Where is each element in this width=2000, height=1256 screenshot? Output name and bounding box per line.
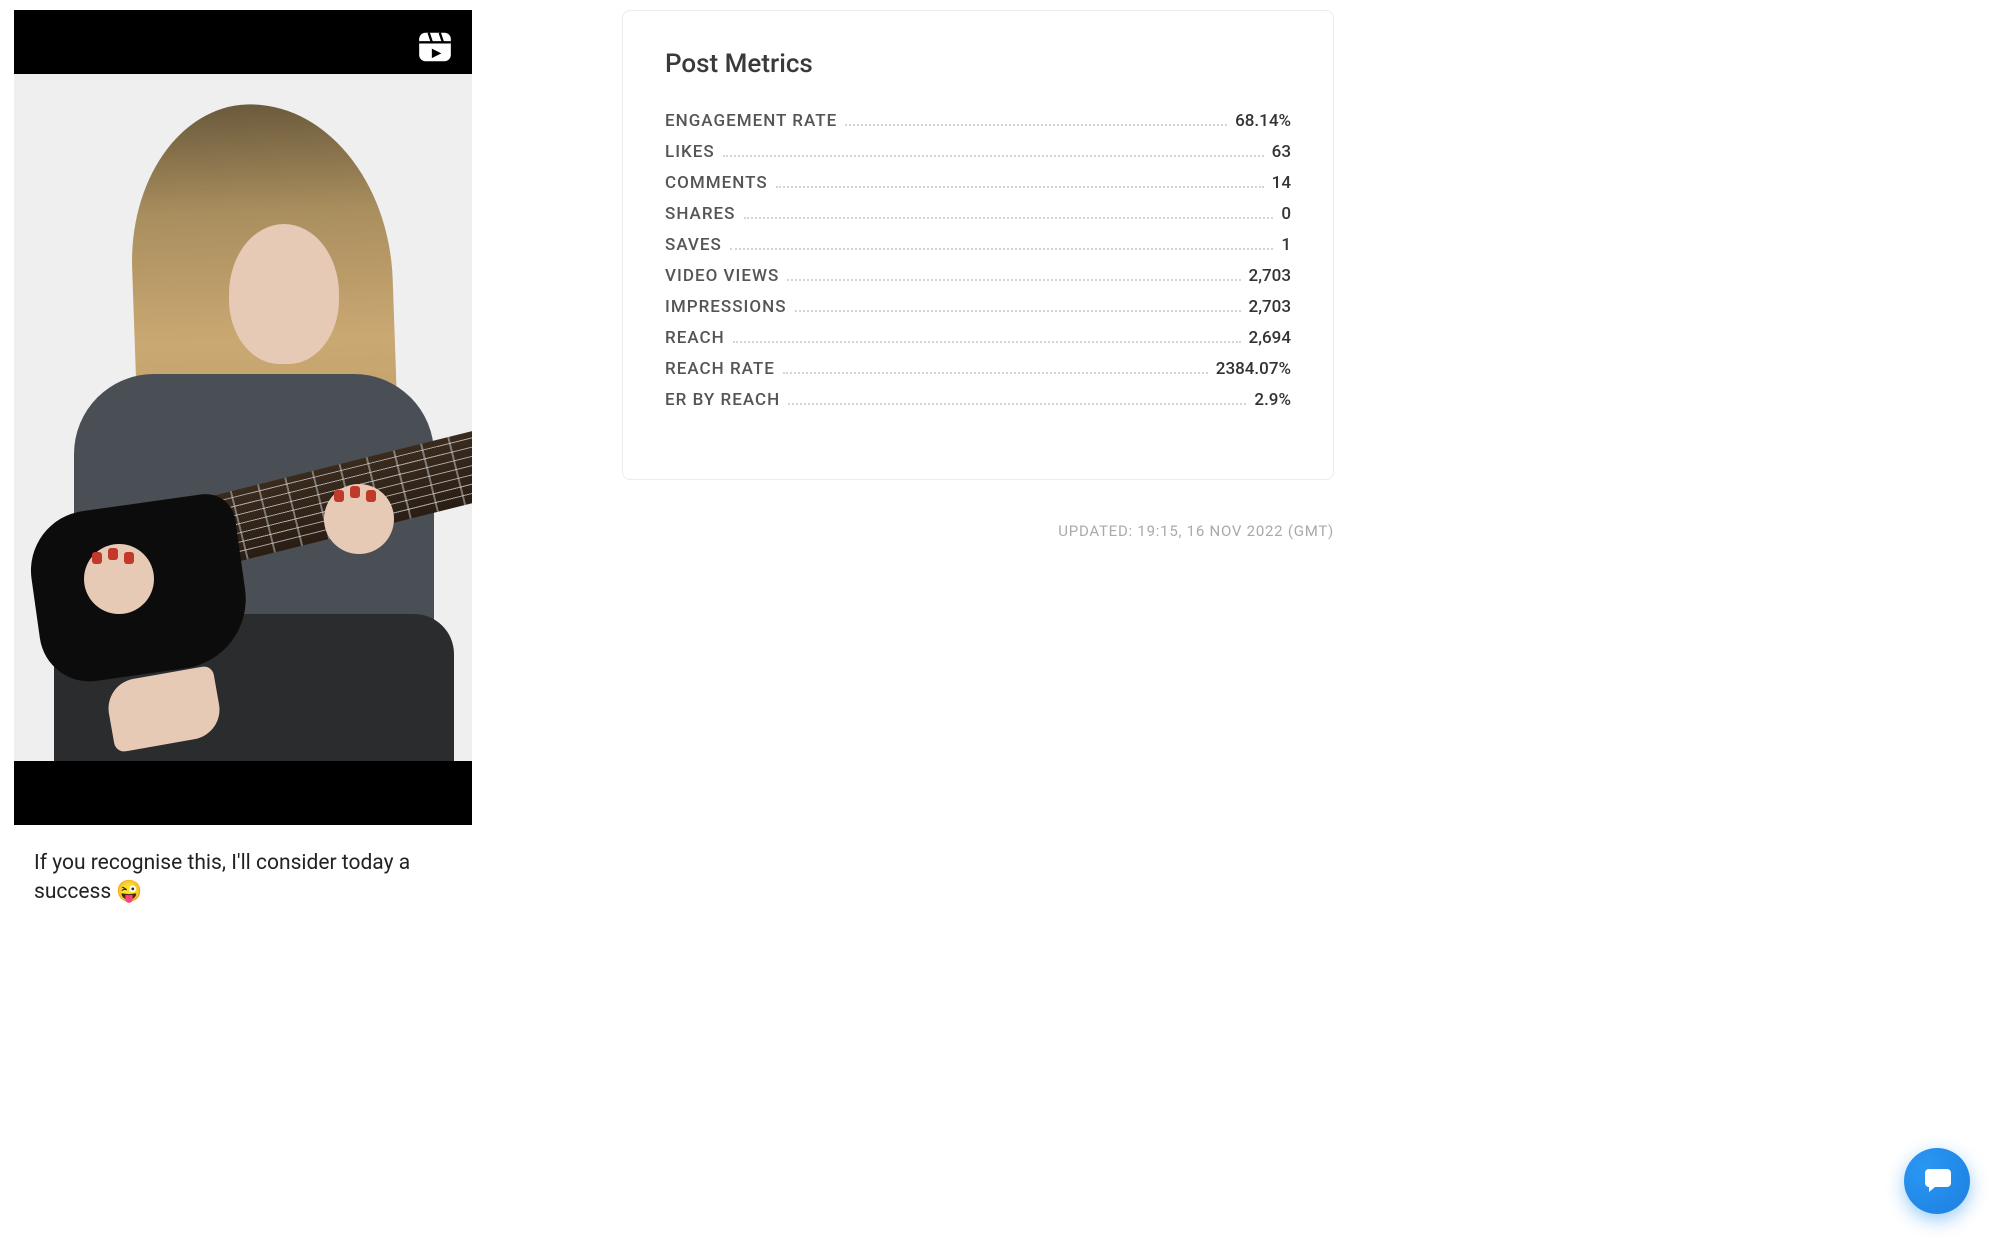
metric-row-impressions: IMPRESSIONS 2,703 — [665, 299, 1291, 316]
video-frame[interactable] — [14, 10, 472, 825]
metrics-column: Post Metrics ENGAGEMENT RATE 68.14% LIKE… — [472, 0, 2000, 1256]
metric-dots — [845, 124, 1227, 126]
updated-timestamp: Updated: 19:15, 16 Nov 2022 (GMT) — [622, 522, 1334, 540]
metric-value: 68.14% — [1235, 113, 1291, 130]
video-bottombar — [14, 761, 472, 825]
metric-row-reach-rate: REACH RATE 2384.07% — [665, 361, 1291, 378]
metric-value: 14 — [1272, 175, 1291, 192]
metric-row-reach: REACH 2,694 — [665, 330, 1291, 347]
caption-area: If you recognise this, I'll consider tod… — [14, 825, 472, 908]
metric-label: VIDEO VIEWS — [665, 268, 779, 285]
metric-dots — [776, 186, 1264, 188]
metric-label: COMMENTS — [665, 175, 768, 192]
metric-value: 1 — [1281, 237, 1291, 254]
metric-row-likes: LIKES 63 — [665, 144, 1291, 161]
metric-row-comments: COMMENTS 14 — [665, 175, 1291, 192]
metric-value: 0 — [1281, 206, 1291, 223]
post-caption: If you recognise this, I'll consider tod… — [34, 849, 452, 908]
metric-dots — [723, 155, 1264, 157]
metric-label: ER BY REACH — [665, 392, 780, 409]
metric-dots — [730, 248, 1273, 250]
metric-row-shares: SHARES 0 — [665, 206, 1291, 223]
metric-row-saves: SAVES 1 — [665, 237, 1291, 254]
metric-dots — [783, 372, 1208, 374]
metrics-card: Post Metrics ENGAGEMENT RATE 68.14% LIKE… — [622, 10, 1334, 480]
metric-row-engagement-rate: ENGAGEMENT RATE 68.14% — [665, 113, 1291, 130]
metric-dots — [788, 403, 1246, 405]
video-thumbnail — [14, 74, 472, 761]
metric-value: 2384.07% — [1216, 361, 1291, 378]
reel-icon — [416, 28, 454, 66]
metric-value: 2,703 — [1249, 299, 1291, 316]
page: If you recognise this, I'll consider tod… — [0, 0, 2000, 1256]
metric-value: 63 — [1272, 144, 1291, 161]
chat-icon — [1921, 1163, 1953, 1199]
chat-button[interactable] — [1904, 1148, 1970, 1214]
metric-label: REACH — [665, 330, 725, 347]
metric-label: ENGAGEMENT RATE — [665, 113, 837, 130]
metric-dots — [744, 217, 1274, 219]
metric-row-video-views: VIDEO VIEWS 2,703 — [665, 268, 1291, 285]
metric-label: IMPRESSIONS — [665, 299, 787, 316]
metric-label: SAVES — [665, 237, 722, 254]
video-topbar — [14, 10, 472, 74]
metric-value: 2.9% — [1254, 392, 1291, 409]
metric-label: REACH RATE — [665, 361, 775, 378]
metric-row-er-by-reach: ER BY REACH 2.9% — [665, 392, 1291, 409]
metric-dots — [787, 279, 1240, 281]
post-card: If you recognise this, I'll consider tod… — [14, 10, 472, 908]
metric-value: 2,694 — [1249, 330, 1291, 347]
metrics-title: Post Metrics — [665, 49, 1291, 79]
metric-label: SHARES — [665, 206, 736, 223]
post-column: If you recognise this, I'll consider tod… — [0, 0, 472, 1256]
metric-label: LIKES — [665, 144, 715, 161]
metric-dots — [733, 341, 1241, 343]
metric-value: 2,703 — [1249, 268, 1291, 285]
metric-dots — [795, 310, 1241, 312]
